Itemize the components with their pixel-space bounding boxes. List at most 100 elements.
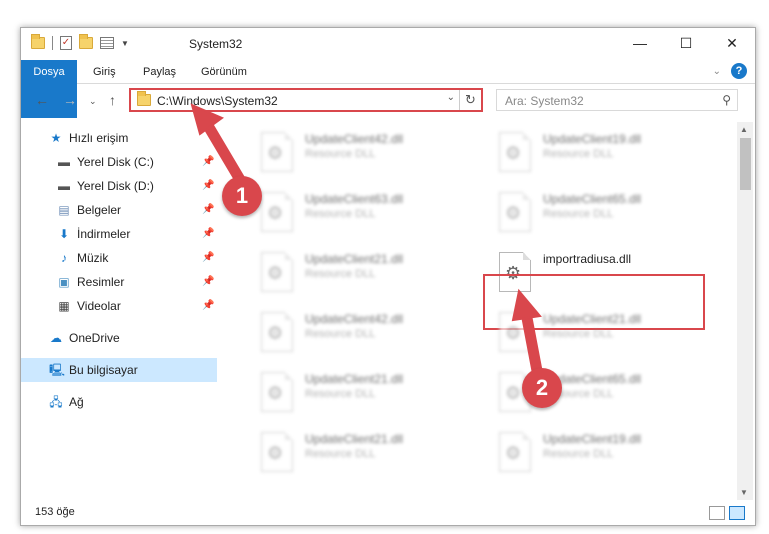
vertical-scrollbar[interactable]: ▲ ▼ [737,122,753,500]
search-icon[interactable]: ⚲ [722,93,731,107]
file-item[interactable]: ⚙ UpdateClient19.dll Resource DLL [469,126,699,184]
view-switcher [709,506,745,520]
sidebar-item-music[interactable]: ♪ Müzik 📌 [21,246,217,270]
maximize-button[interactable]: ☐ [663,28,709,58]
up-arrow-icon[interactable]: ↑ [109,92,116,108]
sidebar-item-quick-access[interactable]: ★ Hızlı erişim [21,126,217,150]
tiles-view-icon[interactable] [729,506,745,520]
sidebar-item-videos[interactable]: ▦ Videolar 📌 [21,294,217,318]
refresh-icon[interactable]: ↻ [459,90,481,110]
documents-icon: ▤ [58,203,70,217]
address-bar[interactable]: C:\Windows\System32 ⌄ ↻ [129,88,483,112]
file-item[interactable]: ⚙ UpdateClient42.dll Resource DLL [231,126,461,184]
address-path: C:\Windows\System32 [157,94,278,108]
sidebar-item-label: Resimler [77,275,125,289]
list-icon[interactable] [100,37,114,49]
pin-icon[interactable]: 📌 [202,150,214,174]
drive-icon: ▬ [58,155,70,169]
file-type: Resource DLL [305,268,376,280]
customize-toolbar-icon[interactable]: ▼ [121,39,129,48]
file-item[interactable]: ⚙ UpdateClient65.dll Resource DLL [469,366,699,424]
dll-file-icon: ⚙ [499,312,531,352]
window-title: System32 [189,37,243,51]
file-name: UpdateClient65.dll [543,192,642,206]
file-type: Resource DLL [305,208,376,220]
folder-icon [137,91,151,106]
help-icon[interactable]: ? [731,63,747,79]
file-name: UpdateClient19.dll [543,432,642,446]
file-name: importradiusa.dll [543,252,632,266]
tab-share[interactable]: Paylaş [143,60,176,84]
file-name: UpdateClient42.dll [305,132,404,146]
pin-icon[interactable]: 📌 [202,246,214,270]
file-item[interactable]: ⚙ UpdateClient21.dll Resource DLL [469,306,699,364]
file-item[interactable]: ⚙ UpdateClient63.dll Resource DLL [231,186,461,244]
sidebar-item-disk-d[interactable]: ▬ Yerel Disk (D:) 📌 [21,174,217,198]
search-box[interactable]: Ara: System32 ⚲ [496,89,738,111]
pin-icon[interactable]: 📌 [202,174,214,198]
item-count: 153 öğe [35,506,75,518]
details-view-icon[interactable] [709,506,725,520]
expand-ribbon-icon[interactable]: ⌄ [713,66,721,77]
properties-check-icon[interactable]: ✓ [60,36,72,50]
file-type: Resource DLL [305,328,376,340]
sidebar-item-disk-c[interactable]: ▬ Yerel Disk (C:) 📌 [21,150,217,174]
file-type: Resource DLL [543,148,614,160]
sidebar-item-network[interactable]: 🖧 Ağ [21,390,217,414]
close-button[interactable]: ✕ [709,28,755,58]
sidebar-item-label: Bu bilgisayar [69,363,138,377]
pin-icon[interactable]: 📌 [202,222,214,246]
pin-icon[interactable]: 📌 [202,270,214,294]
minimize-button[interactable]: — [617,28,663,58]
folder-icon [31,34,45,49]
scroll-down-icon[interactable]: ▼ [740,488,748,497]
navigation-bar: ← → ⌄ ↑ C:\Windows\System32 ⌄ ↻ Ara: Sys… [21,86,755,116]
sidebar-item-label: İndirmeler [77,227,131,241]
chevron-down-icon[interactable]: ⌄ [447,92,455,103]
file-item[interactable]: ⚙ UpdateClient21.dll Resource DLL [231,366,461,424]
navigation-pane: ★ Hızlı erişim ▬ Yerel Disk (C:) 📌 ▬ Yer… [21,122,217,502]
dll-file-icon: ⚙ [499,432,531,472]
scroll-up-icon[interactable]: ▲ [740,125,748,134]
sidebar-item-this-pc[interactable]: 🖳 Bu bilgisayar [21,358,217,382]
sidebar-item-onedrive[interactable]: ☁ OneDrive [21,326,217,350]
step-2-badge: 2 [522,368,562,408]
step-1-badge: 1 [222,176,262,216]
sidebar-item-downloads[interactable]: ⬇ İndirmeler 📌 [21,222,217,246]
sidebar-item-label: OneDrive [69,331,120,345]
pin-icon[interactable]: 📌 [202,198,214,222]
new-folder-icon[interactable] [79,34,93,49]
tab-home[interactable]: Giriş [93,60,116,84]
dll-file-icon: ⚙ [499,132,531,172]
file-name: UpdateClient42.dll [305,312,404,326]
dll-file-icon: ⚙ [261,432,293,472]
file-type: Resource DLL [305,388,376,400]
pin-icon[interactable]: 📌 [202,294,214,318]
star-icon: ★ [50,131,62,145]
divider [52,36,53,50]
dll-file-icon: ⚙ [499,192,531,232]
file-item[interactable]: ⚙ UpdateClient19.dll Resource DLL [469,426,699,484]
video-icon: ▦ [58,299,70,313]
file-list: ⚙ UpdateClient42.dll Resource DLL ⚙ Upda… [217,122,737,502]
file-item[interactable]: ⚙ UpdateClient21.dll Resource DLL [231,246,461,304]
recent-locations-icon[interactable]: ⌄ [89,96,97,107]
dll-file-icon: ⚙ [261,372,293,412]
scroll-thumb[interactable] [740,138,751,190]
music-icon: ♪ [61,251,67,265]
file-type: Resource DLL [305,148,376,160]
computer-icon: 🖳 [49,363,66,377]
file-item[interactable]: ⚙ UpdateClient42.dll Resource DLL [231,306,461,364]
dll-file-icon: ⚙ [261,252,293,292]
sidebar-item-label: Ağ [69,395,84,409]
file-item[interactable]: ⚙ UpdateClient21.dll Resource DLL [231,426,461,484]
tab-view[interactable]: Görünüm [201,60,247,84]
search-input[interactable]: Ara: System32 [505,94,584,108]
sidebar-item-documents[interactable]: ▤ Belgeler 📌 [21,198,217,222]
forward-arrow-icon[interactable]: → [63,92,77,108]
sidebar-item-pictures[interactable]: ▣ Resimler 📌 [21,270,217,294]
back-arrow-icon[interactable]: ← [35,92,49,108]
sidebar-item-label: Yerel Disk (C:) [77,155,154,169]
ribbon-controls: ⌄ ? [713,63,747,79]
file-item[interactable]: ⚙ UpdateClient65.dll Resource DLL [469,186,699,244]
